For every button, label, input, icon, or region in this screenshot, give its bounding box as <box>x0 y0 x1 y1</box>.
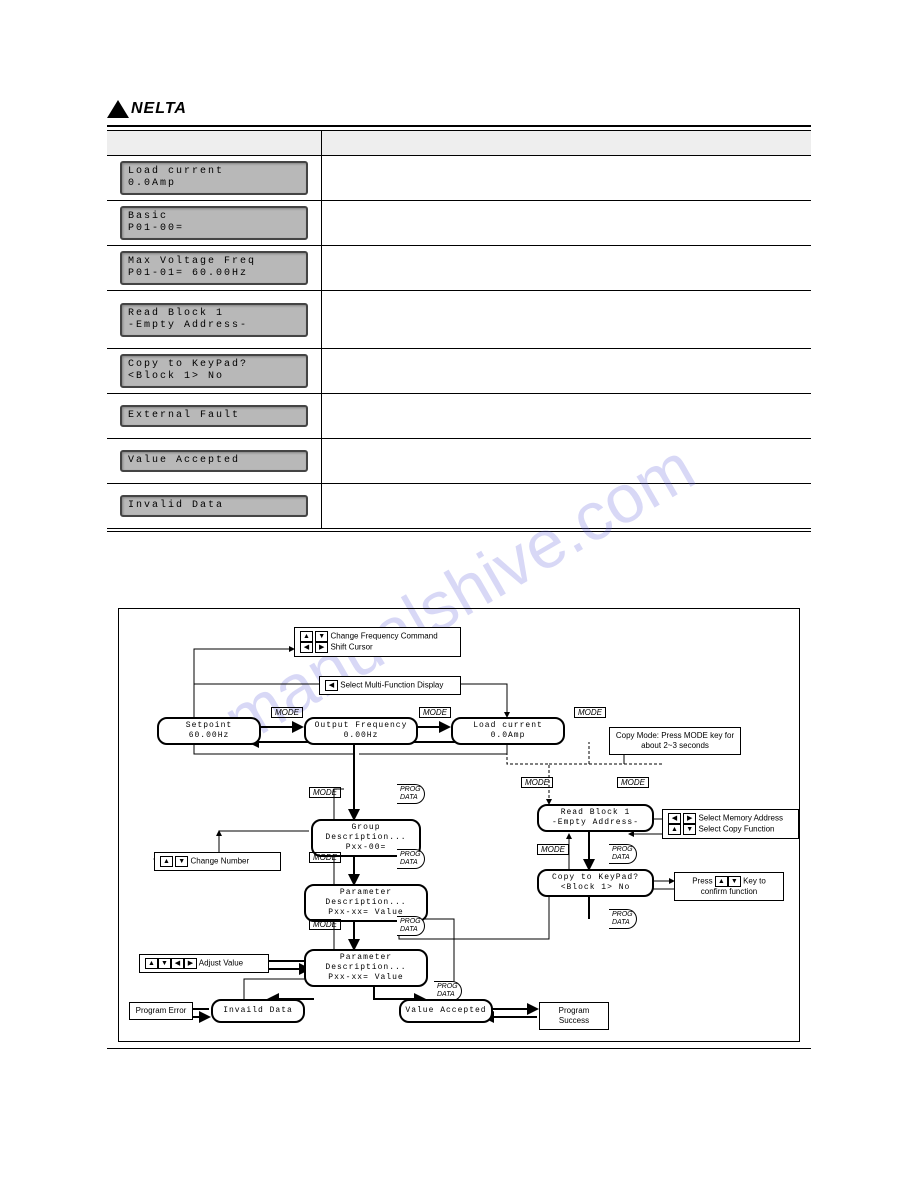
flowchart: ▲ ▼ Change Frequency Command ◀ ▶ Shift C… <box>118 608 800 1042</box>
left-arrow-icon: ◀ <box>325 680 338 691</box>
mode-label: MODE <box>309 919 341 930</box>
prog-data-label: PROGDATA <box>609 844 637 864</box>
node-output-freq: Output Frequency 0.00Hz <box>304 717 418 745</box>
logo-text: NELTA <box>131 100 187 118</box>
legend-freq-cursor: ▲ ▼ Change Frequency Command ◀ ▶ Shift C… <box>294 627 461 657</box>
lcd-read-block: Read Block 1-Empty Address- <box>120 303 308 337</box>
up-arrow-icon: ▲ <box>668 824 681 835</box>
down-arrow-icon: ▼ <box>158 958 171 969</box>
prog-data-label: PROGDATA <box>609 909 637 929</box>
left-arrow-icon: ◀ <box>171 958 184 969</box>
mode-label: MODE <box>574 707 606 718</box>
down-arrow-icon: ▼ <box>683 824 696 835</box>
node-setpoint: Setpoint 60.00Hz <box>157 717 261 745</box>
prog-data-label: PROGDATA <box>397 916 425 936</box>
lcd-states-table: Load current 0.0Amp BasicP01-00= Max Vol… <box>107 131 811 532</box>
adjust-value-box: ▲▼◀▶ Adjust Value <box>139 954 269 973</box>
mode-label: MODE <box>271 707 303 718</box>
up-arrow-icon: ▲ <box>715 876 728 887</box>
change-number-box: ▲ ▼ Change Number <box>154 852 281 871</box>
node-read-block: Read Block 1-Empty Address- <box>537 804 654 832</box>
lcd-invalid-data: Invalid Data <box>120 495 308 517</box>
right-arrow-icon: ▶ <box>683 813 696 824</box>
mode-label: MODE <box>617 777 649 788</box>
up-arrow-icon: ▲ <box>145 958 158 969</box>
mode-label: MODE <box>537 844 569 855</box>
program-success-box: Program Success <box>539 1002 609 1030</box>
lcd-basic: BasicP01-00= <box>120 206 308 240</box>
down-arrow-icon: ▼ <box>175 856 188 867</box>
press-key-confirm: Press ▲▼ Key to confirm function <box>674 872 784 901</box>
node-copy-keypad: Copy to KeyPad?<Block 1> No <box>537 869 654 897</box>
lcd-external-fault: External Fault <box>120 405 308 427</box>
lcd-load-current: Load current 0.0Amp <box>120 161 308 195</box>
copy-mode-note: Copy Mode: Press MODE key for about 2~3 … <box>609 727 741 755</box>
select-memory-box: ◀ ▶ Select Memory Address ▲ ▼ Select Cop… <box>662 809 799 839</box>
up-arrow-icon: ▲ <box>160 856 173 867</box>
right-arrow-icon: ▶ <box>184 958 197 969</box>
node-load-current: Load current 0.0Amp <box>451 717 565 745</box>
left-arrow-icon: ◀ <box>668 813 681 824</box>
down-arrow-icon: ▼ <box>728 876 741 887</box>
select-multi-display: ◀ Select Multi-Function Display <box>319 676 461 695</box>
down-arrow-icon: ▼ <box>315 631 328 642</box>
prog-data-label: PROGDATA <box>434 981 462 1001</box>
node-invalid-data: Invaild Data <box>211 999 305 1023</box>
node-param-desc-2: Parameter Description...Pxx-xx= Value <box>304 949 428 987</box>
lcd-copy-keypad: Copy to KeyPad?<Block 1> No <box>120 354 308 388</box>
bottom-rule <box>107 1048 811 1049</box>
mode-label: MODE <box>309 787 341 798</box>
mode-label: MODE <box>309 852 341 863</box>
up-arrow-icon: ▲ <box>300 631 313 642</box>
lcd-max-voltage: Max Voltage FreqP01-01= 60.00Hz <box>120 251 308 285</box>
right-arrow-icon: ▶ <box>315 642 328 653</box>
program-error-box: Program Error <box>129 1002 193 1020</box>
lcd-value-accepted: Value Accepted <box>120 450 308 472</box>
node-value-accepted: Value Accepted <box>399 999 493 1023</box>
left-arrow-icon: ◀ <box>300 642 313 653</box>
prog-data-label: PROGDATA <box>397 784 425 804</box>
mode-label: MODE <box>521 777 553 788</box>
brand-logo: NELTA <box>107 100 187 118</box>
prog-data-label: PROGDATA <box>397 849 425 869</box>
mode-label: MODE <box>419 707 451 718</box>
